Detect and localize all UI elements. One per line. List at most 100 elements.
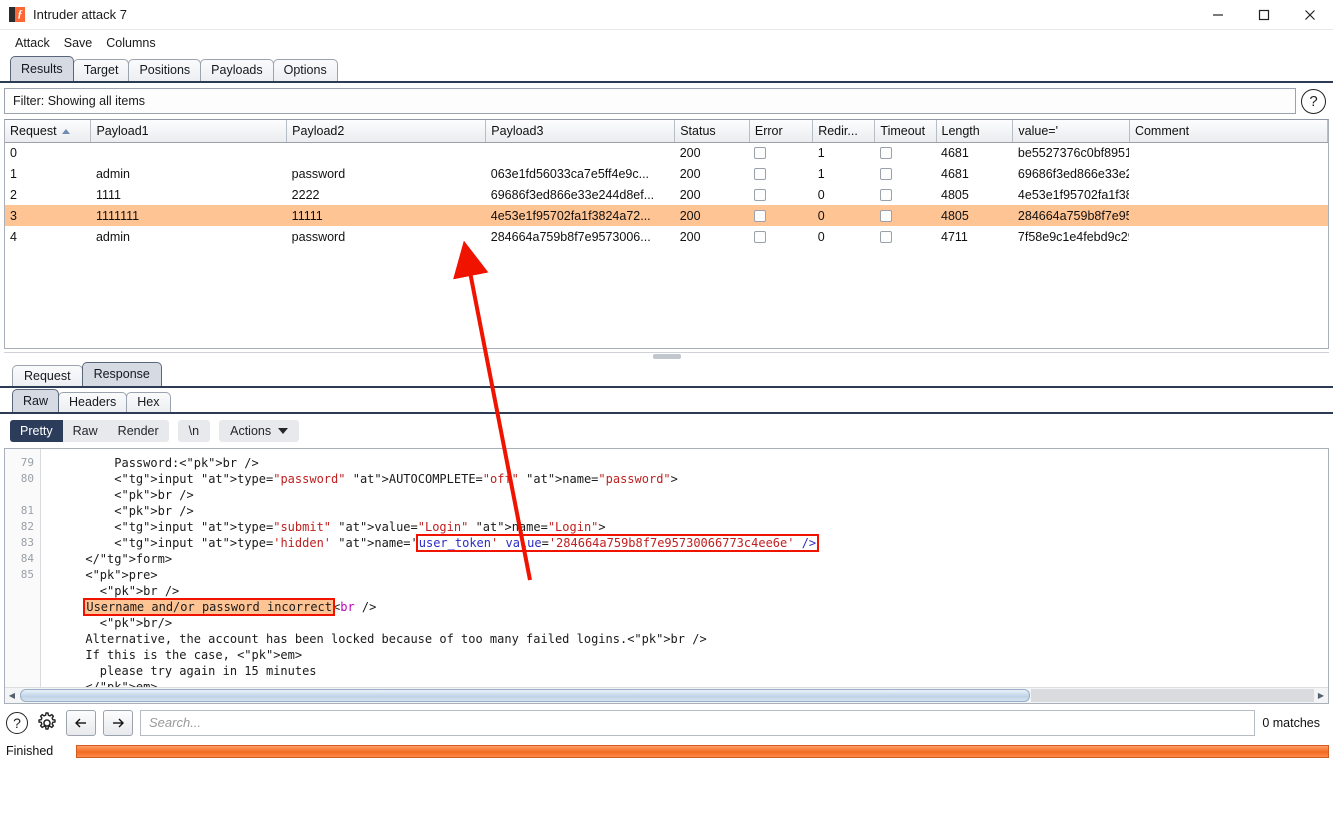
cell-value: 4e53e1f95702fa1f38... (1017, 187, 1130, 202)
column-header-payload2[interactable]: Payload2 (286, 120, 487, 143)
tab-request[interactable]: Request (12, 365, 83, 386)
cell-status: 200 (679, 166, 701, 181)
tab-positions[interactable]: Positions (128, 59, 202, 81)
tab-options[interactable]: Options (272, 59, 338, 81)
timeout-checkbox[interactable] (879, 146, 892, 159)
tab-payloads[interactable]: Payloads (200, 59, 274, 81)
column-header-payload1[interactable]: Payload1 (90, 120, 288, 143)
cell-comment (1129, 163, 1327, 184)
cell-timeout (875, 163, 936, 184)
tab-raw[interactable]: Raw (12, 389, 60, 412)
menu-attack[interactable]: Attack (8, 33, 57, 53)
error-checkbox[interactable] (754, 209, 767, 222)
cell-length: 4805 (936, 205, 1013, 226)
scrollbar-thumb[interactable] (20, 689, 1030, 702)
cell-status: 200 (674, 205, 750, 226)
line-number (5, 487, 40, 503)
column-header-comment[interactable]: Comment (1129, 120, 1328, 143)
cell-value: be5527376c0bf8951... (1017, 145, 1130, 160)
line-number (5, 615, 40, 631)
render-button[interactable]: Render (108, 420, 169, 442)
timeout-checkbox[interactable] (879, 167, 892, 180)
horizontal-scrollbar[interactable]: ◀ ▶ (5, 687, 1328, 703)
column-header-length[interactable]: Length (936, 120, 1014, 143)
column-header-payload3[interactable]: Payload3 (485, 120, 676, 143)
code-line: <"tg">input "at">type="password" "at">AU… (42, 472, 678, 486)
column-header-request[interactable]: Request (5, 120, 92, 143)
cell-payload2: 2222 (291, 187, 320, 202)
question-mark-icon[interactable]: ? (1301, 88, 1326, 114)
cell-comment (1129, 205, 1328, 226)
code-line: Alternative, the account has been locked… (42, 632, 707, 646)
tab-results[interactable]: Results (10, 56, 74, 81)
column-header-status[interactable]: Status (674, 120, 750, 143)
response-editor[interactable]: 79 80 81 82 83 84 85 Password:<"pk">br /> <"tg… (4, 448, 1329, 704)
line-number (5, 583, 40, 599)
table-row[interactable]: 1 admin password 063e1fd56033ca7e5ff4e9c...… (5, 163, 1328, 184)
code-line: </"pk">em> (42, 680, 158, 687)
splitter-grip[interactable] (652, 354, 681, 359)
response-code[interactable]: Password:<"pk">br /> <"tg">input "at">ty… (42, 449, 1328, 687)
cell-status: 200 (679, 145, 701, 160)
column-header-timeout[interactable]: Timeout (874, 120, 937, 143)
raw-button[interactable]: Raw (63, 420, 108, 442)
tab-response[interactable]: Response (81, 362, 162, 386)
search-input[interactable]: Search... (140, 710, 1256, 736)
column-header-value[interactable]: value=' (1012, 120, 1130, 143)
gear-icon[interactable] (35, 711, 59, 735)
error-checkbox[interactable] (754, 167, 767, 180)
actions-label: Actions (230, 424, 272, 438)
error-checkbox[interactable] (754, 188, 767, 201)
line-number: 85 (20, 568, 34, 581)
newline-button[interactable]: \n (177, 420, 211, 442)
cell-redirect: 0 (817, 229, 825, 244)
error-checkbox[interactable] (754, 146, 767, 159)
cell-redirect: 1 (817, 145, 825, 160)
menu-bar: Attack Save Columns (0, 30, 1333, 56)
timeout-checkbox[interactable] (879, 209, 892, 222)
cell-redirect: 0 (817, 187, 825, 202)
timeout-checkbox[interactable] (879, 188, 892, 201)
cell-timeout (875, 142, 936, 163)
tab-headers[interactable]: Headers (58, 392, 128, 412)
cell-comment (1129, 142, 1327, 163)
tab-hex[interactable]: Hex (126, 392, 171, 412)
search-next-button[interactable] (103, 710, 133, 736)
actions-button[interactable]: Actions (219, 420, 300, 442)
table-row[interactable]: 3 1111111 11111 4e53e1f95702fa1f3824a72... 2… (5, 205, 1328, 226)
cell-payload3: 69686f3ed866e33e244d8ef... (490, 187, 655, 202)
table-row[interactable]: 0 200 1 4681 be5527376c0bf8951... (5, 142, 1328, 163)
results-table: Request Payload1 Payload2 Payload3 Statu… (5, 120, 1328, 247)
search-prev-button[interactable] (66, 710, 96, 736)
tab-target[interactable]: Target (72, 59, 130, 81)
minimize-button[interactable] (1195, 0, 1241, 30)
scroll-left-icon[interactable]: ◀ (5, 689, 19, 703)
cell-payload1: 1111 (95, 187, 121, 202)
scrollbar-track[interactable] (1031, 689, 1314, 702)
question-mark-icon[interactable]: ? (6, 712, 28, 734)
menu-columns[interactable]: Columns (99, 33, 162, 53)
column-header-redirect[interactable]: Redir... (812, 120, 876, 143)
cell-length: 4711 (941, 229, 968, 244)
close-button[interactable] (1287, 0, 1333, 30)
maximize-button[interactable] (1241, 0, 1287, 30)
message-tab-strip: Request Response (0, 362, 1333, 388)
table-row[interactable]: 2 1111 2222 69686f3ed866e33e244d8ef... 200 0 4… (5, 184, 1328, 205)
scroll-right-icon[interactable]: ▶ (1314, 689, 1328, 703)
main-tab-strip: Results Target Positions Payloads Option… (0, 56, 1333, 83)
cell-status: 200 (679, 229, 701, 244)
timeout-checkbox[interactable] (879, 230, 892, 243)
panel-splitter[interactable] (4, 352, 1329, 362)
cell-value: 69686f3ed866e33e2... (1017, 166, 1130, 181)
error-checkbox[interactable] (754, 230, 767, 243)
pretty-button[interactable]: Pretty (10, 420, 63, 442)
column-header-error[interactable]: Error (749, 120, 814, 143)
cell-payload3: 4e53e1f95702fa1f3824a72... (485, 205, 675, 226)
table-row[interactable]: 4 admin password 284664a759b8f7e9573006... 2… (5, 226, 1328, 247)
cell-payload2: 11111 (286, 205, 486, 226)
filter-bar[interactable]: Filter: Showing all items (4, 88, 1296, 114)
menu-save[interactable]: Save (57, 33, 100, 53)
code-line: <"tg">input "at">type="submit" "at">valu… (42, 520, 606, 534)
window-title: Intruder attack 7 (33, 7, 127, 22)
column-label: Request (10, 123, 57, 138)
